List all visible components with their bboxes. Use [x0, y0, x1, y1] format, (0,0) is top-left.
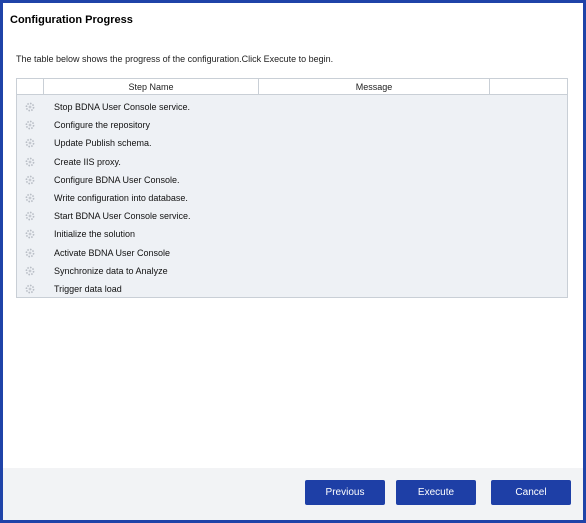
previous-button[interactable]: Previous — [305, 480, 385, 505]
pending-gear-icon — [17, 284, 43, 294]
step-name: Trigger data load — [54, 283, 122, 294]
execute-button[interactable]: Execute — [396, 480, 476, 505]
progress-table: Step Name Message Stop BDNA User Console… — [16, 78, 568, 298]
table-header: Step Name Message — [17, 79, 567, 95]
column-header-status[interactable] — [17, 79, 44, 94]
pending-gear-icon — [17, 248, 43, 258]
step-name: Write configuration into database. — [54, 193, 188, 204]
step-name: Stop BDNA User Console service. — [54, 102, 191, 113]
step-name: Configure BDNA User Console. — [54, 174, 180, 185]
column-header-step-name[interactable]: Step Name — [44, 79, 259, 94]
pending-gear-icon — [17, 102, 43, 112]
column-header-extra[interactable] — [490, 79, 567, 94]
column-header-message[interactable]: Message — [259, 79, 490, 94]
step-name: Activate BDNA User Console — [54, 247, 171, 258]
dialog-title: Configuration Progress — [10, 14, 133, 26]
table-row[interactable]: Write configuration into database. — [17, 189, 567, 207]
table-row[interactable]: Configure BDNA User Console. — [17, 171, 567, 189]
step-name: Update Publish schema. — [54, 138, 152, 149]
configuration-dialog: Configuration Progress The table below s… — [0, 0, 586, 523]
cancel-button[interactable]: Cancel — [491, 480, 571, 505]
button-bar: Previous Execute Cancel — [3, 468, 583, 520]
step-name: Initialize the solution — [54, 229, 136, 240]
table-body: Stop BDNA User Console service. Configure… — [17, 95, 567, 297]
pending-gear-icon — [17, 175, 43, 185]
table-row[interactable]: Trigger data load — [17, 280, 567, 297]
pending-gear-icon — [17, 266, 43, 276]
step-name: Synchronize data to Analyze — [54, 265, 168, 276]
table-row[interactable]: Configure the repository — [17, 116, 567, 134]
step-name: Create IIS proxy. — [54, 156, 121, 167]
table-row[interactable]: Update Publish schema. — [17, 134, 567, 152]
table-row[interactable]: Synchronize data to Analyze — [17, 262, 567, 280]
dialog-content: Configuration Progress The table below s… — [3, 3, 583, 468]
pending-gear-icon — [17, 193, 43, 203]
table-row[interactable]: Create IIS proxy. — [17, 153, 567, 171]
pending-gear-icon — [17, 211, 43, 221]
step-name: Configure the repository — [54, 120, 151, 131]
pending-gear-icon — [17, 157, 43, 167]
table-row[interactable]: Stop BDNA User Console service. — [17, 98, 567, 116]
pending-gear-icon — [17, 138, 43, 148]
table-row[interactable]: Activate BDNA User Console — [17, 244, 567, 262]
intro-text: The table below shows the progress of th… — [16, 54, 334, 64]
pending-gear-icon — [17, 229, 43, 239]
table-row[interactable]: Initialize the solution — [17, 225, 567, 243]
table-row[interactable]: Start BDNA User Console service. — [17, 207, 567, 225]
pending-gear-icon — [17, 120, 43, 130]
step-name: Start BDNA User Console service. — [54, 211, 191, 222]
